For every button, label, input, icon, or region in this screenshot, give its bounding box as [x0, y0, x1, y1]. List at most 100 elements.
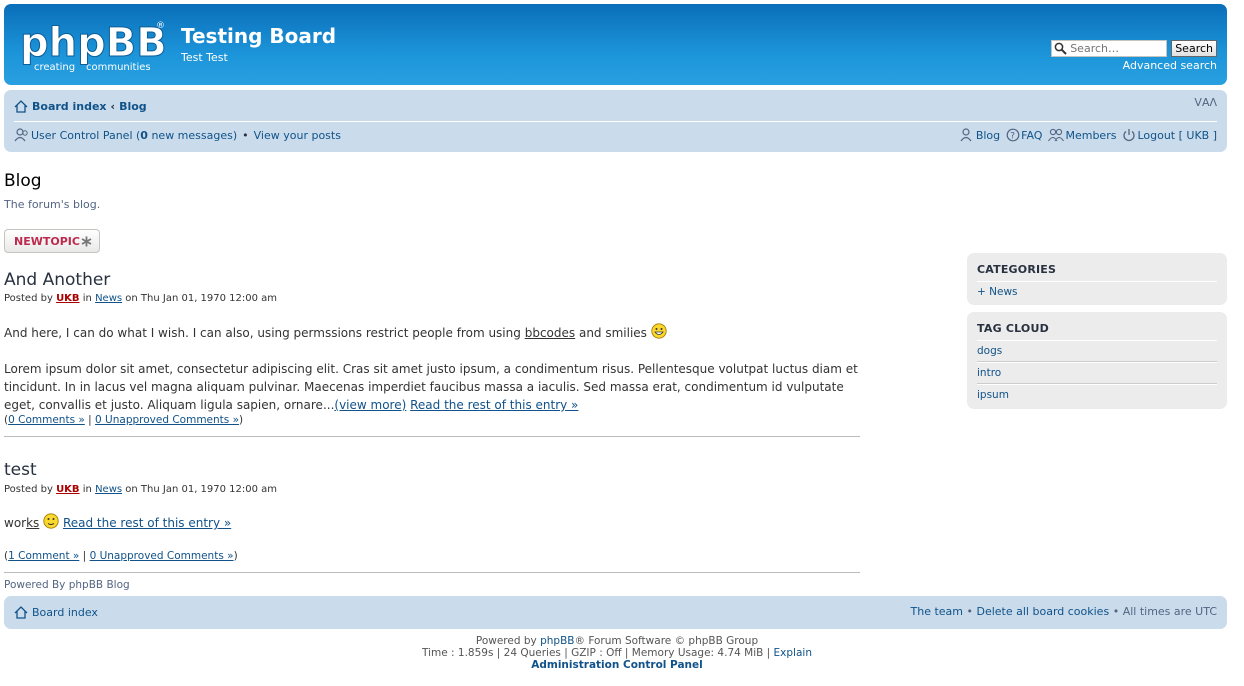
breadcrumb-blog[interactable]: Blog [119, 100, 147, 113]
site-header: phpBB ® creating communities Testing Boa… [4, 4, 1227, 85]
search-icon [1054, 42, 1067, 55]
font-resize-control[interactable]: ᐯAᐱ [1194, 96, 1217, 109]
navbar-divider [14, 121, 1217, 122]
entry-comment-links: (0 Comments » | 0 Unapproved Comments ») [4, 414, 244, 426]
faq-link[interactable]: ? FAQ [1006, 128, 1042, 142]
author-link[interactable]: UKB [56, 293, 80, 304]
entry-text: wor [4, 516, 27, 530]
ucp-label: User Control Panel ( [31, 128, 141, 142]
entry-date: on Thu Jan 01, 1970 12:00 am [125, 484, 278, 495]
logo-wordmark: phpBB [20, 20, 167, 66]
logo-tagline-2: communities [86, 62, 151, 73]
powered-pre: Powered by [475, 635, 537, 647]
entry-divider [4, 436, 860, 437]
delete-cookies-link[interactable]: Delete all board cookies [977, 605, 1110, 618]
site-title: Testing Board [181, 24, 337, 48]
svg-text:®: ® [156, 21, 165, 31]
tag-item[interactable]: ipsum [977, 384, 1217, 406]
acp-link[interactable]: Administration Control Panel [531, 659, 703, 671]
new-topic-label: NEWTOPIC [14, 234, 80, 248]
smiley-icon [43, 513, 59, 529]
page-description: The forum's blog. [4, 198, 101, 211]
team-link[interactable]: The team [911, 605, 964, 618]
phpbb-logo[interactable]: phpBB ® creating communities [18, 16, 168, 74]
read-more-link[interactable]: Read the rest of this entry » [63, 516, 231, 530]
blog-link[interactable]: Blog [960, 128, 1000, 142]
footer-links: The team • Delete all board cookies • Al… [911, 605, 1218, 618]
powered-post: ® Forum Software © phpBB Group [574, 635, 759, 647]
categories-title: CATEGORIES [977, 263, 1057, 276]
stats-text: Time : 1.859s | 24 Queries | GZIP : Off … [422, 647, 771, 659]
read-more-link[interactable]: Read the rest of this entry » [410, 398, 578, 412]
entry-title[interactable]: And Another [4, 270, 110, 290]
advanced-search-link[interactable]: Advanced search [1123, 59, 1217, 72]
faq-link-label: FAQ [1021, 128, 1043, 142]
entry-meta: Posted by UKB in News on Thu Jan 01, 197… [4, 484, 277, 495]
tag-cloud-box: TAG CLOUD dogs intro ipsum [967, 312, 1227, 409]
in-label: in [82, 484, 92, 495]
tag-cloud-title: TAG CLOUD [977, 322, 1049, 335]
ucp-link[interactable]: User Control Panel (0 new messages) [31, 129, 237, 142]
new-messages-count: 0 [140, 128, 148, 142]
footer-board-index-link[interactable]: Board index [32, 606, 98, 619]
tag-item[interactable]: dogs [977, 340, 1217, 362]
search-input[interactable] [1051, 40, 1168, 57]
entry-title[interactable]: test [4, 460, 37, 480]
page-title: Blog [4, 171, 42, 191]
view-more-link[interactable]: (view more) [334, 398, 406, 412]
unapproved-comments-link[interactable]: 0 Unapproved Comments » [95, 414, 239, 426]
new-topic-button[interactable]: NEWTOPIC [4, 229, 100, 253]
blog-icon [960, 128, 972, 142]
breadcrumb: Board index ‹ Blog [14, 100, 147, 113]
nav-right-links: Blog ? FAQ Members Logout [ UKB ] [960, 128, 1217, 142]
entry-divider [4, 572, 860, 573]
in-label: in [82, 293, 92, 304]
members-link[interactable]: Members [1048, 128, 1116, 142]
faq-icon: ? [1006, 128, 1020, 142]
view-posts-link[interactable]: View your posts [254, 129, 341, 142]
stats-line: Time : 1.859s | 24 Queries | GZIP : Off … [0, 647, 1234, 659]
comments-link[interactable]: 1 Comment » [8, 550, 79, 562]
site-description: Test Test [181, 51, 228, 64]
category-link[interactable]: News [95, 484, 122, 495]
search-box: Search [1051, 40, 1217, 57]
search-button[interactable]: Search [1171, 40, 1217, 57]
author-link[interactable]: UKB [56, 484, 80, 495]
footer-navbar: Board index The team • Delete all board … [4, 596, 1227, 629]
entry-date: on Thu Jan 01, 1970 12:00 am [125, 293, 278, 304]
home-icon [14, 606, 28, 619]
explain-link[interactable]: Explain [774, 647, 812, 659]
category-item[interactable]: + News [977, 281, 1217, 303]
members-icon [1048, 128, 1065, 142]
star-icon [81, 236, 92, 246]
bullet-separator: • [1112, 605, 1120, 618]
logout-link[interactable]: Logout [ UKB ] [1122, 128, 1217, 142]
members-link-label: Members [1065, 128, 1117, 142]
logout-icon [1123, 129, 1136, 142]
unapproved-comments-link[interactable]: 0 Unapproved Comments » [90, 550, 234, 562]
bullet-separator: • [242, 128, 249, 142]
acp-line: Administration Control Panel [0, 659, 1234, 671]
breadcrumb-board-index[interactable]: Board index [32, 100, 107, 113]
timezone-note: All times are UTC [1122, 605, 1217, 618]
search-wrap [1051, 40, 1168, 57]
blog-link-label: Blog [975, 128, 1001, 142]
navbar: Board index ‹ Blog ᐯAᐱ User Control Pane… [4, 90, 1227, 152]
logo-tagline-1: creating [34, 62, 75, 73]
bullet-separator: • [966, 605, 974, 618]
entry-body: And here, I can do what I wish. I can al… [4, 323, 864, 414]
entry-intro: And here, I can do what I wish. I can al… [4, 326, 521, 340]
comments-link[interactable]: 0 Comments » [8, 414, 85, 426]
category-link[interactable]: News [95, 293, 122, 304]
posted-by-label: Posted by [4, 293, 53, 304]
user-icon [14, 128, 28, 142]
phpbb-link[interactable]: phpBB [540, 635, 574, 647]
footer-breadcrumb: Board index [14, 606, 98, 619]
categories-box: CATEGORIES + News [967, 253, 1227, 305]
home-icon [14, 100, 28, 113]
tag-item[interactable]: intro [977, 362, 1217, 384]
copyright: Powered by phpBB® Forum Software © phpBB… [0, 635, 1234, 671]
bbcodes-link[interactable]: bbcodes [525, 326, 575, 340]
powered-by-blog: Powered By phpBB Blog [4, 579, 130, 591]
